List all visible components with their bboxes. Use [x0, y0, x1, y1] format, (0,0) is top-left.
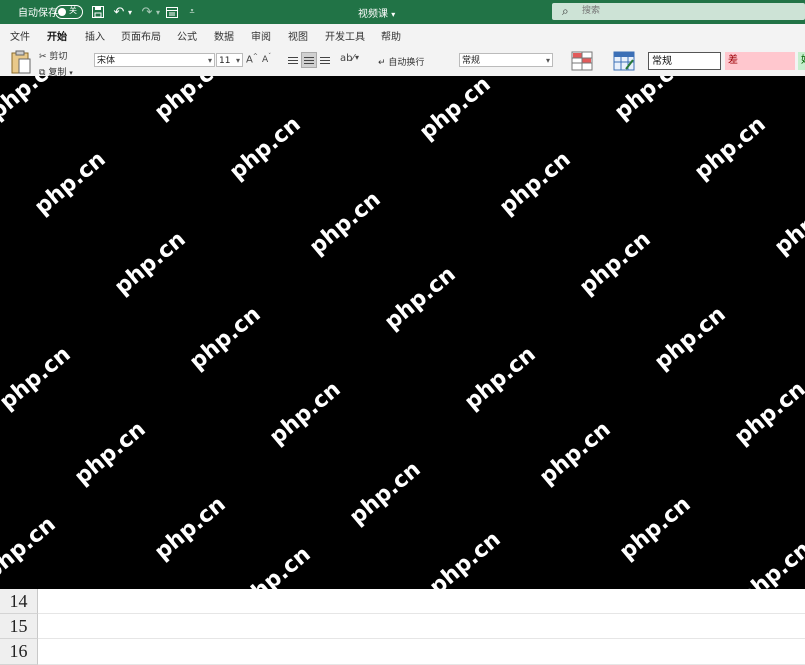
conditional-format-icon[interactable] [571, 51, 593, 74]
tab-formulas[interactable]: 公式 [177, 28, 197, 43]
undo-dropdown-icon[interactable]: ▾ [122, 4, 138, 20]
font-size-select[interactable]: 11 ▾ [216, 53, 243, 67]
row-header[interactable]: 14 [0, 589, 38, 614]
watermark-text: php.cn [535, 416, 616, 491]
watermark-text: php.cn [185, 301, 266, 376]
tab-review[interactable]: 审阅 [251, 28, 271, 43]
watermark-text: php.cn [690, 111, 771, 186]
style-bad-label: 差 [728, 55, 738, 66]
watermark-text: php.cn [735, 536, 805, 589]
document-title-text: 视频课 [358, 9, 388, 20]
style-good[interactable]: 好 [798, 52, 805, 70]
toggle-knob [58, 8, 66, 16]
watermark-text: php.cn [425, 526, 506, 589]
watermark-text: php.cn [0, 341, 76, 416]
watermark-text: php.cn [730, 376, 805, 451]
autosave-state: 关 [69, 6, 77, 15]
font-name-value: 宋体 [97, 56, 116, 66]
format-as-table-icon[interactable] [613, 51, 635, 74]
row-header[interactable]: 16 [0, 639, 38, 665]
watermark-text: php.cn [110, 226, 191, 301]
align-bottom-icon[interactable] [318, 53, 332, 67]
watermark-text: php.cn [495, 146, 576, 221]
ribbon-tabs: 文件 开始 插入 页面布局 公式 数据 审阅 视图 开发工具 帮助 [0, 24, 805, 47]
number-format-value: 常规 [462, 56, 481, 66]
watermark-text: php.cn [70, 416, 151, 491]
number-format-select[interactable]: 常规 ▾ [459, 53, 553, 67]
watermark-text: php.cn [225, 111, 306, 186]
align-top-icon[interactable] [286, 53, 300, 67]
font-size-caret-icon: ▾ [235, 56, 240, 65]
document-title[interactable]: 视频课 ▾ [358, 5, 395, 20]
watermark-text: php.cn [345, 456, 426, 531]
watermark-text: php.cn [615, 491, 696, 566]
worksheet-row[interactable] [38, 639, 805, 665]
watermark-text: php.cn [0, 76, 66, 126]
autosave-label: 自动保存 [18, 8, 58, 19]
paste-icon[interactable] [10, 50, 32, 74]
watermark-text: php.cn [265, 376, 346, 451]
watermark-text: php.cn [150, 491, 231, 566]
style-normal[interactable]: 常规 [648, 52, 721, 70]
autosave-toggle[interactable]: 关 [55, 5, 83, 19]
ribbon: ✂ 剪切 ⧉ 复制 ▾ 宋体 ▾ 11 ▾ A^ Aˇ ab⁄ ▾ ↵ 自动换行… [0, 44, 805, 77]
wrap-text-icon: ↵ [378, 58, 386, 68]
tab-home[interactable]: 开始 [47, 28, 67, 47]
wrap-text-label: 自动换行 [388, 58, 425, 68]
watermark-text: php.cn [650, 301, 731, 376]
scissors-icon: ✂ [39, 52, 47, 62]
style-bad[interactable]: 差 [725, 52, 795, 70]
style-normal-label: 常规 [652, 56, 672, 67]
orientation-icon[interactable]: ab⁄ [340, 53, 354, 64]
watermark-text: php.cn [460, 341, 541, 416]
watermark-text: php.cn [770, 186, 805, 261]
watermark-text: php.cn [380, 261, 461, 336]
document-title-caret: ▾ [391, 10, 396, 19]
watermark-text: php.cn [30, 146, 111, 221]
search-icon: ⌕ [562, 4, 569, 18]
style-good-label: 好 [801, 55, 805, 66]
worksheet-row[interactable] [38, 589, 805, 614]
cut-button[interactable]: ✂ 剪切 [39, 49, 67, 62]
customize-toolbar-icon[interactable]: ⩡ [184, 4, 200, 20]
tab-page-layout[interactable]: 页面布局 [121, 28, 161, 43]
tab-help[interactable]: 帮助 [381, 28, 401, 43]
title-bar: 自动保存 关 ↶ ▾ ↷ ▾ ⩡ 视频课 ▾ ⌕ [0, 0, 805, 24]
form-icon[interactable] [164, 4, 180, 20]
watermark-text: php.cn [0, 511, 61, 586]
save-icon[interactable] [90, 4, 106, 20]
tab-file[interactable]: 文件 [10, 28, 30, 43]
decrease-font-icon[interactable]: Aˇ [262, 53, 271, 65]
font-size-value: 11 [219, 56, 231, 66]
increase-font-icon[interactable]: A^ [246, 53, 258, 65]
watermark-text: php.cn [235, 541, 316, 589]
font-name-caret-icon: ▾ [207, 56, 212, 65]
search-input[interactable] [582, 4, 782, 18]
orientation-dropdown-icon[interactable]: ▾ [355, 53, 359, 62]
watermark-text: php.cn [150, 76, 231, 126]
tab-data[interactable]: 数据 [214, 28, 234, 43]
font-name-select[interactable]: 宋体 ▾ [94, 53, 215, 67]
number-format-caret-icon: ▾ [545, 56, 550, 65]
search-box[interactable]: ⌕ [552, 3, 805, 20]
tab-view[interactable]: 视图 [288, 28, 308, 43]
tab-insert[interactable]: 插入 [85, 28, 105, 43]
watermark-text: php.cn [415, 76, 496, 146]
cut-label: 剪切 [49, 52, 68, 62]
watermark-overlay: php.cn php.cn php.cn php.cn php.cn php.c… [0, 76, 805, 589]
tab-developer[interactable]: 开发工具 [325, 28, 365, 43]
watermark-text: php.cn [305, 186, 386, 261]
watermark-text: php.cn [610, 76, 691, 126]
row-header[interactable]: 15 [0, 614, 38, 639]
worksheet-row[interactable] [38, 614, 805, 639]
align-middle-icon[interactable] [301, 52, 317, 68]
watermark-text: php.cn [575, 226, 656, 301]
wrap-text-button[interactable]: ↵ 自动换行 [378, 55, 424, 68]
